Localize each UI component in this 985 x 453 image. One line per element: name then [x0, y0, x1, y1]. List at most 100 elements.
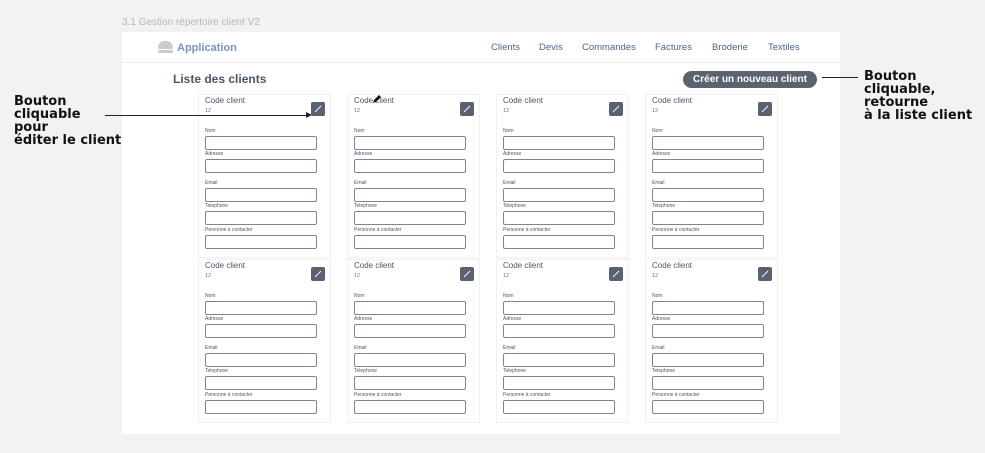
field-label-contact: Personne à contacter	[205, 227, 253, 233]
field-label-adresse: Adresse	[205, 151, 224, 157]
edit-client-button[interactable]	[609, 267, 623, 281]
email-input[interactable]	[503, 353, 615, 367]
nav-item-textiles[interactable]: Textiles	[768, 42, 800, 53]
telephone-input[interactable]	[354, 211, 466, 225]
field-label-telephone: Telephone	[652, 203, 676, 209]
field-label-nom: Nom	[354, 293, 365, 299]
adresse-input[interactable]	[652, 324, 764, 338]
edit-client-button[interactable]	[311, 267, 325, 281]
client-card: Code client 12 Nom Adresse Email Telephone Per…	[496, 94, 629, 258]
field-label-telephone: Telephone	[205, 203, 229, 209]
nav-item-clients[interactable]: Clients	[491, 42, 520, 53]
adresse-input[interactable]	[354, 324, 466, 338]
edit-client-button[interactable]	[460, 102, 474, 116]
nav-item-devis[interactable]: Devis	[539, 42, 563, 53]
field-label-adresse: Adresse	[354, 151, 373, 157]
edit-client-button[interactable]	[758, 267, 772, 281]
code-client-label: Code client	[652, 96, 693, 105]
adresse-input[interactable]	[205, 159, 317, 173]
email-input[interactable]	[205, 353, 317, 367]
code-client-value: 12	[652, 108, 659, 114]
create-client-button[interactable]: Créer un nouveau client	[683, 71, 817, 88]
nom-input[interactable]	[354, 136, 466, 150]
adresse-input[interactable]	[205, 324, 317, 338]
nom-input[interactable]	[205, 301, 317, 315]
app-frame: Application Clients Devis Commandes Fact…	[122, 32, 840, 434]
pencil-icon	[314, 270, 322, 278]
field-label-telephone: Telephone	[354, 203, 378, 209]
code-client-value: 12	[354, 108, 361, 114]
field-label-contact: Personne à contacter	[503, 392, 551, 398]
nom-input[interactable]	[503, 301, 615, 315]
telephone-input[interactable]	[205, 376, 317, 390]
field-label-email: Email	[354, 180, 367, 186]
telephone-input[interactable]	[503, 376, 615, 390]
main-nav: Clients Devis Commandes Factures Broderi…	[122, 42, 840, 56]
telephone-input[interactable]	[652, 211, 764, 225]
field-label-adresse: Adresse	[503, 316, 522, 322]
email-input[interactable]	[503, 188, 615, 202]
nom-input[interactable]	[652, 136, 764, 150]
contact-input[interactable]	[205, 400, 317, 414]
client-card: Code client 12 Nom Adresse Email Telephone Per…	[198, 259, 331, 423]
pencil-cursor-icon	[373, 95, 381, 103]
telephone-input[interactable]	[354, 376, 466, 390]
edit-client-button[interactable]	[460, 267, 474, 281]
annotation-line-right	[822, 77, 858, 78]
pencil-icon	[612, 270, 620, 278]
field-label-nom: Nom	[205, 128, 216, 134]
code-client-label: Code client	[503, 261, 544, 270]
contact-input[interactable]	[503, 235, 615, 249]
client-card: Code client 12 Nom Adresse Email Telephone Per…	[198, 94, 331, 258]
adresse-input[interactable]	[652, 159, 764, 173]
annotation-arrow-line	[105, 115, 308, 116]
client-card: Code client 12 Nom Adresse Email Telephone Per…	[347, 94, 480, 258]
telephone-input[interactable]	[652, 376, 764, 390]
contact-input[interactable]	[354, 400, 466, 414]
contact-input[interactable]	[354, 235, 466, 249]
field-label-nom: Nom	[354, 128, 365, 134]
edit-client-button[interactable]	[311, 102, 325, 116]
telephone-input[interactable]	[205, 211, 317, 225]
email-input[interactable]	[205, 188, 317, 202]
pencil-icon	[463, 270, 471, 278]
pencil-icon	[761, 270, 769, 278]
edit-client-button[interactable]	[609, 102, 623, 116]
nom-input[interactable]	[652, 301, 764, 315]
contact-input[interactable]	[652, 235, 764, 249]
code-client-value: 12	[205, 108, 212, 114]
nom-input[interactable]	[503, 136, 615, 150]
email-input[interactable]	[354, 188, 466, 202]
nav-item-factures[interactable]: Factures	[655, 42, 692, 53]
nav-item-commandes[interactable]: Commandes	[582, 42, 636, 53]
field-label-nom: Nom	[503, 293, 514, 299]
field-label-email: Email	[205, 345, 218, 351]
contact-input[interactable]	[503, 400, 615, 414]
code-client-value: 12	[205, 273, 212, 279]
client-card: Code client 12 Nom Adresse Email Telephone Per…	[347, 259, 480, 423]
field-label-contact: Personne à contacter	[503, 227, 551, 233]
code-client-value: 12	[652, 273, 659, 279]
contact-input[interactable]	[652, 400, 764, 414]
telephone-input[interactable]	[503, 211, 615, 225]
email-input[interactable]	[652, 353, 764, 367]
contact-input[interactable]	[205, 235, 317, 249]
email-input[interactable]	[652, 188, 764, 202]
email-input[interactable]	[354, 353, 466, 367]
nom-input[interactable]	[205, 136, 317, 150]
client-card: Code client 12 Nom Adresse Email Telephone Per…	[496, 259, 629, 423]
adresse-input[interactable]	[503, 324, 615, 338]
arrow-head-icon	[306, 112, 312, 118]
field-label-email: Email	[503, 345, 516, 351]
nom-input[interactable]	[354, 301, 466, 315]
field-label-adresse: Adresse	[205, 316, 224, 322]
client-card: Code client 12 Nom Adresse Email Telephone Per…	[645, 94, 778, 258]
edit-client-button[interactable]	[758, 102, 772, 116]
adresse-input[interactable]	[354, 159, 466, 173]
field-label-nom: Nom	[503, 128, 514, 134]
adresse-input[interactable]	[503, 159, 615, 173]
field-label-email: Email	[652, 180, 665, 186]
annotation-edit-button: Bouton cliquable pour éditer le client	[14, 94, 122, 148]
pencil-icon	[314, 105, 322, 113]
nav-item-broderie[interactable]: Broderie	[712, 42, 748, 53]
